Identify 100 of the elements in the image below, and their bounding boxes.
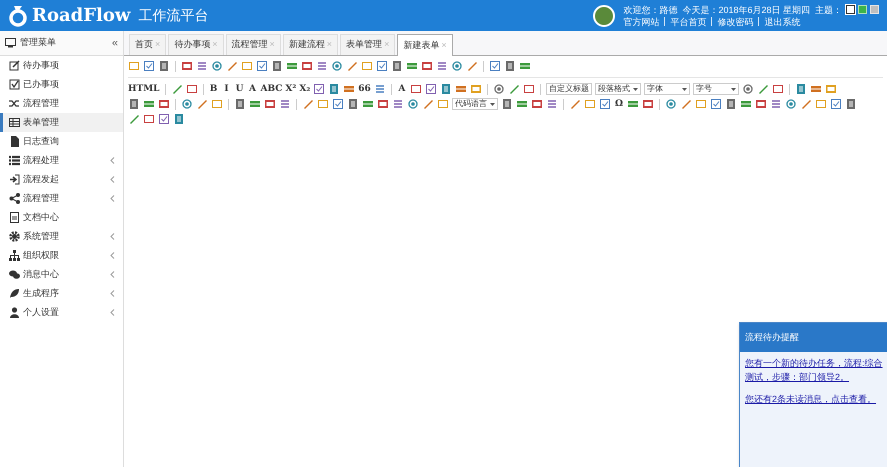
frame-icon[interactable] bbox=[695, 98, 707, 110]
window-icon[interactable] bbox=[301, 60, 313, 72]
frame-icon[interactable] bbox=[361, 60, 373, 72]
lines-icon[interactable] bbox=[392, 98, 404, 110]
frame-icon[interactable] bbox=[241, 60, 253, 72]
page-icon[interactable] bbox=[440, 83, 452, 95]
message-link[interactable]: 您有一个新的待办任务，流程:综合测试，步骤：部门领导2。 bbox=[745, 356, 883, 384]
pen-icon[interactable] bbox=[346, 60, 358, 72]
frame-icon[interactable] bbox=[317, 98, 329, 110]
lines-icon[interactable] bbox=[316, 60, 328, 72]
sidebar-item[interactable]: 系统管理 bbox=[0, 227, 123, 246]
checkbox-icon[interactable] bbox=[313, 83, 326, 95]
tab[interactable]: 首页 × bbox=[129, 34, 166, 55]
radio-icon[interactable] bbox=[181, 98, 193, 110]
sidebar-item[interactable]: 流程发起 bbox=[0, 170, 123, 189]
window-icon[interactable] bbox=[470, 83, 482, 95]
toolbar-button[interactable]: Ω bbox=[614, 100, 624, 108]
pen-icon[interactable] bbox=[196, 98, 208, 110]
toolbar-button[interactable]: X² bbox=[285, 84, 296, 94]
bar-icon[interactable] bbox=[249, 98, 261, 110]
page-icon[interactable] bbox=[173, 113, 185, 125]
checkbox-icon[interactable] bbox=[599, 98, 611, 110]
bar-icon[interactable] bbox=[362, 98, 374, 110]
frame-icon[interactable] bbox=[815, 98, 827, 110]
dropdown[interactable]: 段落格式 bbox=[594, 83, 641, 95]
bar-icon[interactable] bbox=[286, 60, 298, 72]
page-icon[interactable] bbox=[391, 60, 403, 72]
page-icon[interactable] bbox=[271, 60, 283, 72]
sidebar-item[interactable]: 生成程序 bbox=[0, 284, 123, 303]
checkbox-icon[interactable] bbox=[376, 60, 388, 72]
radio-icon[interactable] bbox=[211, 60, 223, 72]
theme-swatch[interactable] bbox=[846, 5, 855, 14]
window-icon[interactable] bbox=[377, 98, 389, 110]
sidebar-item[interactable]: 个人设置 bbox=[0, 303, 123, 322]
tab[interactable]: 新建表单 × bbox=[397, 34, 453, 56]
checkbox-icon[interactable] bbox=[332, 98, 344, 110]
sidebar-item[interactable]: 流程管理 bbox=[0, 94, 123, 113]
radio-icon[interactable] bbox=[785, 98, 797, 110]
radio-icon[interactable] bbox=[407, 98, 419, 110]
sidebar-item[interactable]: 表单管理 bbox=[0, 113, 123, 132]
radio-icon[interactable] bbox=[331, 60, 343, 72]
page-icon[interactable] bbox=[794, 83, 807, 95]
bar-icon[interactable] bbox=[143, 98, 155, 110]
bar-icon[interactable] bbox=[343, 83, 356, 95]
header-link[interactable]: 修改密码 bbox=[717, 16, 754, 28]
pen-icon[interactable] bbox=[466, 60, 478, 72]
checkbox-icon[interactable] bbox=[830, 98, 842, 110]
bar-icon[interactable] bbox=[740, 98, 752, 110]
toolbar-button[interactable]: I bbox=[222, 84, 232, 94]
bar-icon[interactable] bbox=[516, 98, 528, 110]
page-icon[interactable] bbox=[504, 60, 516, 72]
page-icon[interactable] bbox=[328, 83, 340, 95]
lines-icon[interactable] bbox=[436, 60, 448, 72]
sidebar-item[interactable]: 流程管理 bbox=[0, 189, 123, 208]
page-icon[interactable] bbox=[501, 98, 513, 110]
toolbar-button[interactable]: A bbox=[248, 84, 258, 94]
pen-icon[interactable] bbox=[508, 83, 520, 95]
toolbar-button[interactable]: ABC bbox=[260, 84, 282, 94]
lines-icon[interactable] bbox=[374, 83, 386, 95]
dropdown[interactable]: 自定义标题 bbox=[546, 83, 592, 95]
collapse-button[interactable]: « bbox=[112, 34, 118, 52]
pen-icon[interactable] bbox=[128, 113, 140, 125]
message-link[interactable]: 您还有2条未读消息，点击查看。 bbox=[745, 392, 883, 406]
checkbox-icon[interactable] bbox=[158, 113, 170, 125]
frame-icon[interactable] bbox=[437, 98, 449, 110]
frame-icon[interactable] bbox=[128, 60, 140, 72]
window-icon[interactable] bbox=[421, 60, 433, 72]
frame-icon[interactable] bbox=[211, 98, 223, 110]
lines-icon[interactable] bbox=[770, 98, 782, 110]
sidebar-item[interactable]: 已办事项 bbox=[0, 75, 123, 94]
toolbar-button[interactable]: A bbox=[396, 84, 407, 94]
sidebar-item[interactable]: 待办事项 bbox=[0, 56, 123, 75]
frame-icon[interactable] bbox=[522, 83, 535, 95]
header-link[interactable]: 平台首页 bbox=[670, 16, 706, 28]
tab[interactable]: 流程管理 × bbox=[226, 34, 281, 55]
window-icon[interactable] bbox=[824, 83, 837, 95]
toolbar-button[interactable]: B bbox=[208, 84, 218, 94]
radio-icon[interactable] bbox=[451, 60, 463, 72]
bar-icon[interactable] bbox=[454, 83, 467, 95]
frame-icon[interactable] bbox=[772, 83, 784, 95]
window-icon[interactable] bbox=[264, 98, 276, 110]
checkbox-icon[interactable] bbox=[424, 83, 437, 95]
window-icon[interactable] bbox=[531, 98, 543, 110]
window-icon[interactable] bbox=[158, 98, 170, 110]
header-link[interactable]: 退出系统 bbox=[764, 16, 800, 28]
bar-icon[interactable] bbox=[627, 98, 639, 110]
frame-icon[interactable] bbox=[143, 113, 155, 125]
pen-icon[interactable] bbox=[226, 60, 238, 72]
toolbar-button[interactable]: HTML bbox=[128, 84, 160, 94]
header-link[interactable]: 官方网站 bbox=[623, 16, 660, 28]
pen-icon[interactable] bbox=[170, 83, 182, 95]
pen-icon[interactable] bbox=[302, 98, 314, 110]
bar-icon[interactable] bbox=[406, 60, 418, 72]
checkbox-icon[interactable] bbox=[143, 60, 155, 72]
lines-icon[interactable] bbox=[279, 98, 291, 110]
dropdown[interactable]: 代码语言 bbox=[452, 98, 498, 110]
page-icon[interactable] bbox=[845, 98, 857, 110]
pen-icon[interactable] bbox=[800, 98, 812, 110]
pen-icon[interactable] bbox=[680, 98, 692, 110]
lines-icon[interactable] bbox=[196, 60, 208, 72]
